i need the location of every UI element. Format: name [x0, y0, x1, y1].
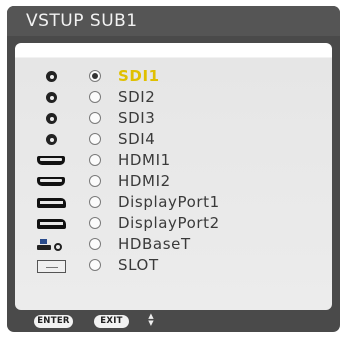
input-label: HDMI2 — [118, 172, 171, 190]
input-item-sdi3[interactable]: SDI3 — [15, 109, 332, 130]
sdi-connector-icon — [35, 90, 69, 107]
sdi-connector-icon — [35, 111, 69, 128]
hdmi-port-icon — [35, 174, 69, 191]
radio-unselected[interactable] — [89, 133, 101, 145]
radio-unselected[interactable] — [89, 259, 101, 271]
slot-icon — [35, 258, 69, 275]
sdi-connector-icon — [35, 69, 69, 86]
input-label: DisplayPort2 — [118, 214, 220, 232]
window-title: VSTUP SUB1 — [26, 11, 138, 31]
input-label: SDI4 — [118, 130, 156, 148]
sdi-connector-icon — [35, 132, 69, 149]
title-bar: VSTUP SUB1 — [7, 6, 340, 36]
input-item-displayport1[interactable]: DisplayPort1 — [15, 193, 332, 214]
input-item-hdbaset[interactable]: HDBaseT — [15, 235, 332, 256]
input-label: DisplayPort1 — [118, 193, 220, 211]
input-label: HDMI1 — [118, 151, 171, 169]
radio-unselected[interactable] — [89, 196, 101, 208]
displayport-port-icon — [35, 195, 69, 212]
hdmi-port-icon — [35, 153, 69, 170]
radio-selected[interactable] — [89, 70, 101, 82]
input-label: SLOT — [118, 256, 159, 274]
input-label: SDI1 — [118, 67, 160, 85]
hdbaset-icon — [35, 237, 69, 254]
input-list-panel: SDI1 SDI2 SDI3 SDI4 HDMI1 HDMI2 DisplayP… — [15, 43, 332, 310]
input-item-hdmi2[interactable]: HDMI2 — [15, 172, 332, 193]
radio-unselected[interactable] — [89, 217, 101, 229]
displayport-port-icon — [35, 216, 69, 233]
input-item-slot[interactable]: SLOT — [15, 256, 332, 277]
radio-unselected[interactable] — [89, 175, 101, 187]
input-select-window: VSTUP SUB1 SDI1 SDI2 SDI3 SDI4 HDMI1 HDM… — [7, 6, 340, 332]
key-guide-footer: ENTER EXIT ▲ ▼ — [7, 310, 340, 332]
radio-unselected[interactable] — [89, 112, 101, 124]
input-item-sdi4[interactable]: SDI4 — [15, 130, 332, 151]
input-item-sdi1[interactable]: SDI1 — [15, 67, 332, 88]
input-item-sdi2[interactable]: SDI2 — [15, 88, 332, 109]
input-item-displayport2[interactable]: DisplayPort2 — [15, 214, 332, 235]
radio-unselected[interactable] — [89, 91, 101, 103]
enter-button[interactable]: ENTER — [34, 315, 73, 328]
radio-unselected[interactable] — [89, 238, 101, 250]
up-down-arrows-icon: ▲ ▼ — [148, 312, 154, 327]
input-item-hdmi1[interactable]: HDMI1 — [15, 151, 332, 172]
exit-button[interactable]: EXIT — [94, 315, 129, 328]
input-label: HDBaseT — [118, 235, 191, 253]
input-label: SDI3 — [118, 109, 156, 127]
radio-unselected[interactable] — [89, 154, 101, 166]
input-label: SDI2 — [118, 88, 156, 106]
